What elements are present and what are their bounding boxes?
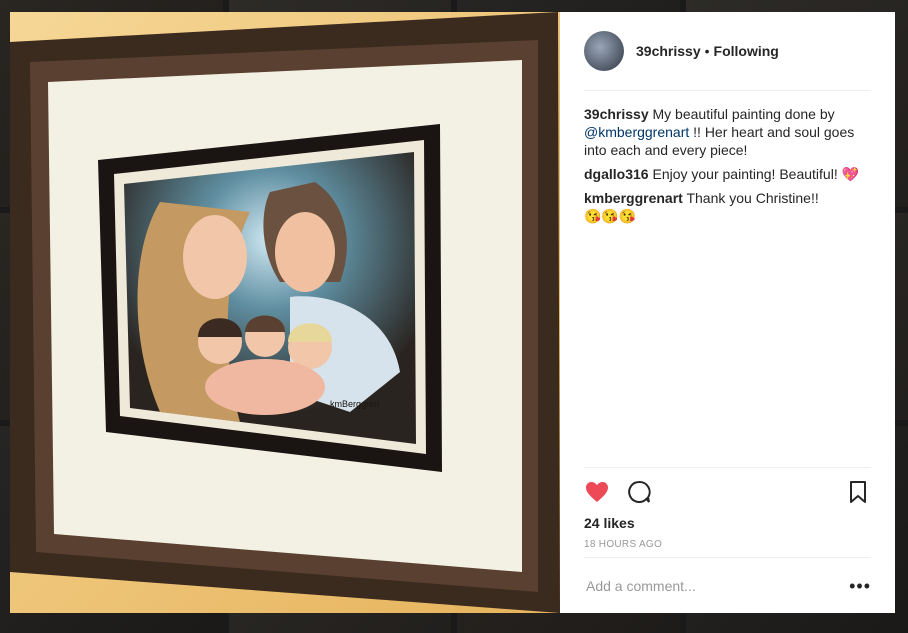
kiss-emoji-icon: 😘😘😘 [584,208,637,224]
comment-text: Thank you Christine!! [686,190,819,206]
add-comment-input[interactable] [584,577,850,595]
post-timestamp[interactable]: 18 HOURS AGO [584,539,662,550]
bookmark-icon[interactable] [845,479,871,505]
comment-item: kmberggrenart Thank you Christine!! 😘😘😘 [584,189,871,225]
caption-username[interactable]: 39chrissy [584,106,649,122]
painting-photo-illustration: kmBerggren [10,12,560,613]
avatar[interactable] [584,31,624,71]
post-photo[interactable]: kmBerggren [10,12,560,613]
post-modal: kmBerggren 39chrissy • Following 39chris… [10,12,895,613]
comment-username[interactable]: dgallo316 [584,166,649,182]
caption-mention-link[interactable]: @kmberggrenart [584,124,689,140]
header-username[interactable]: 39chrissy [636,43,701,59]
comment-item: dgallo316 Enjoy your painting! Beautiful… [584,165,871,183]
post-details: 39chrissy • Following 39chrissy My beaut… [560,12,895,613]
add-comment-bar: ••• [584,557,871,614]
caption: 39chrissy My beautiful painting done by … [584,105,871,159]
caption-text-before: My beautiful painting done by [652,106,835,122]
more-icon[interactable]: ••• [849,576,871,597]
follow-status-button[interactable]: Following [714,43,779,59]
header-separator: • [704,43,710,59]
comment-icon[interactable] [626,479,652,505]
comment-username[interactable]: kmberggrenart [584,190,683,206]
heart-icon[interactable] [584,479,610,505]
action-bar [584,467,871,516]
likes-count[interactable]: 24 likes [584,515,635,531]
comments-list: 39chrissy My beautiful painting done by … [584,105,871,225]
post-header: 39chrissy • Following [584,12,871,91]
comment-text: Enjoy your painting! Beautiful! [652,166,842,182]
heart-emoji-icon: 💖 [841,166,860,182]
painting-signature: kmBerggren [330,399,379,409]
